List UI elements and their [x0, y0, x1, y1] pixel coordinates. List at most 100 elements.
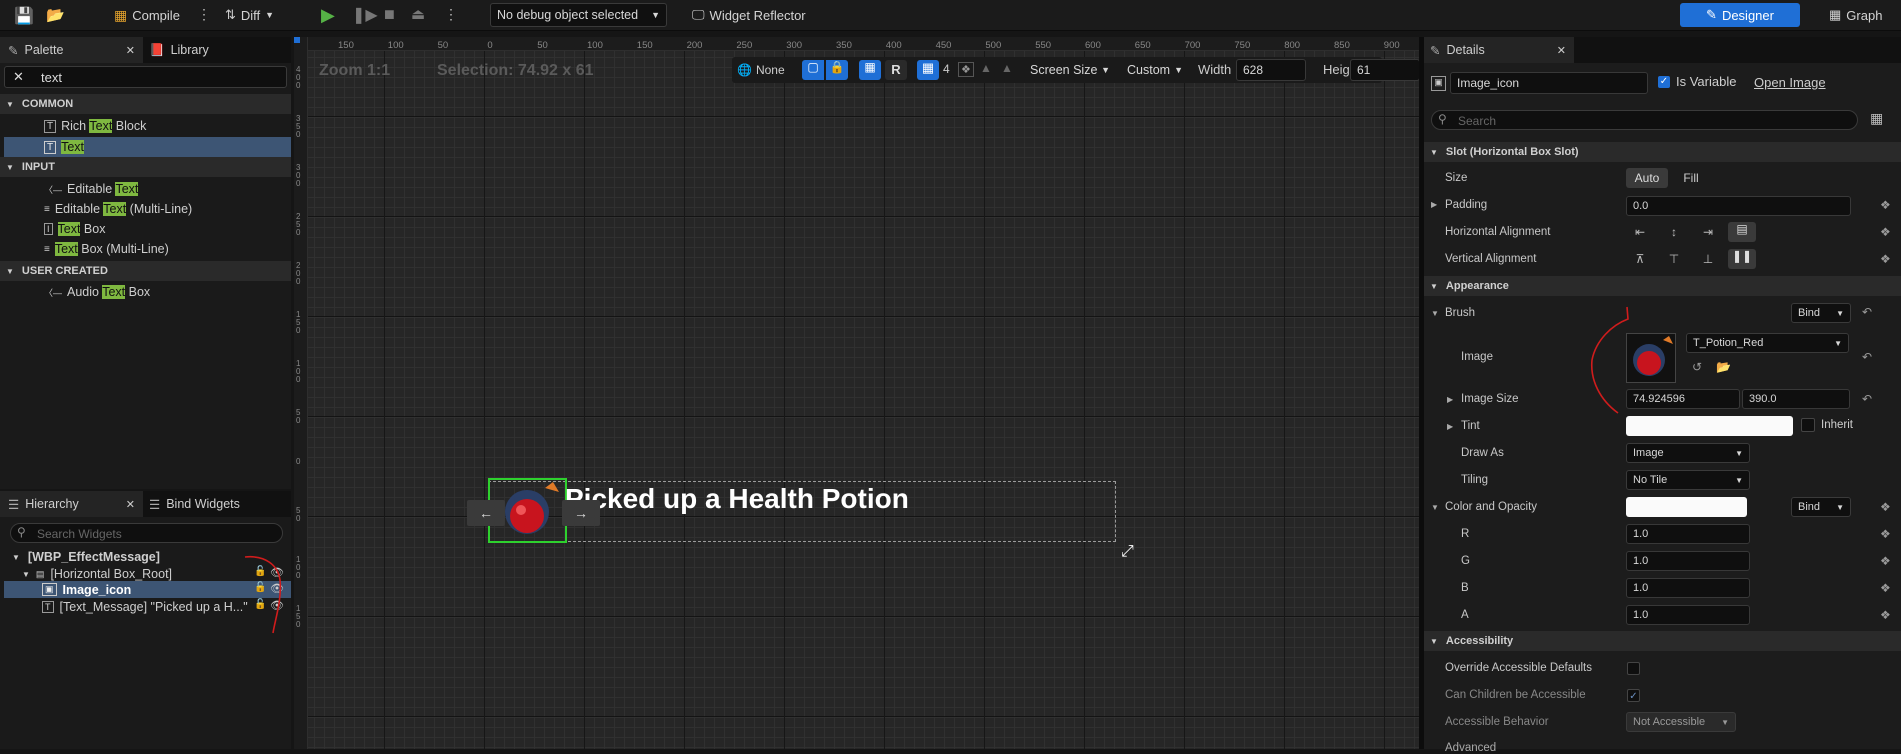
align-bottom-icon[interactable]: ⊥ [1694, 252, 1722, 266]
grid-size-value[interactable]: 4 [943, 62, 950, 76]
binding-icon[interactable]: ❖ [1880, 225, 1891, 239]
move-left-button[interactable]: ← [467, 500, 505, 526]
clear-search-icon[interactable]: ✕ [13, 69, 24, 85]
compile-button[interactable]: ▦ Compile [114, 7, 180, 24]
chevron-down-icon[interactable]: ▼ [1431, 309, 1439, 318]
flow-direction-button[interactable]: ▢ [802, 60, 824, 80]
binding-icon[interactable]: ❖ [1880, 608, 1891, 622]
tint-color-swatch[interactable] [1626, 416, 1793, 436]
hierarchy-search-field[interactable]: ⚲ Search Widgets [10, 523, 283, 543]
align-middle-icon[interactable]: ⊤ [1660, 252, 1688, 266]
binding-icon[interactable]: ❖ [1880, 554, 1891, 568]
color-bind-dropdown[interactable]: Bind ▼ [1791, 497, 1851, 517]
diff-button[interactable]: ⇅ Diff ▼ [225, 7, 274, 23]
screen-size-dropdown[interactable]: Screen Size ▼ [1024, 59, 1116, 81]
details-search-field[interactable]: ⚲ Search [1431, 110, 1858, 130]
is-variable-checkbox[interactable]: ✓ Is Variable [1658, 74, 1736, 89]
eject-button[interactable]: ⏏ [411, 5, 425, 23]
r-toggle-button[interactable]: R [885, 60, 907, 80]
palette-item-audio-text-box[interactable]: 〈— Audio Text Box [44, 282, 150, 302]
browse-asset-icon[interactable]: 📂 [1716, 360, 1731, 374]
reset-icon[interactable]: ↶ [1862, 350, 1872, 364]
a-input[interactable]: 1.0 [1626, 605, 1750, 625]
preview-icon[interactable]: ▲ [980, 61, 992, 75]
play-options-icon[interactable]: ⋮ [444, 6, 458, 23]
image-asset-dropdown[interactable]: T_Potion_Red ▼ [1686, 333, 1849, 353]
image-size-x-input[interactable]: 74.924596 [1626, 389, 1740, 409]
children-accessible-checkbox[interactable]: ✓ [1627, 689, 1640, 702]
padding-input[interactable]: 0.0 [1626, 196, 1851, 216]
align-top-icon[interactable]: ⊼ [1626, 252, 1654, 266]
graph-button[interactable]: ▦ Graph [1829, 7, 1882, 23]
tree-image-icon[interactable]: ▣ Image_icon [42, 581, 131, 598]
reset-icon[interactable]: ↶ [1862, 392, 1872, 406]
palette-item-text[interactable]: T Text [4, 137, 291, 157]
binding-icon[interactable]: ❖ [1880, 527, 1891, 541]
widget-reflector-button[interactable]: 🖵 Widget Reflector [692, 7, 806, 23]
chevron-right-icon[interactable]: ▶ [1447, 422, 1453, 431]
align-left-icon[interactable]: ⇤ [1626, 225, 1654, 239]
align-center-icon[interactable]: ↕ [1660, 225, 1688, 239]
reset-icon[interactable]: ↶ [1862, 305, 1872, 319]
width-input[interactable]: 628 [1236, 59, 1306, 81]
save-icon[interactable]: 💾 [14, 6, 34, 26]
tab-bind-widgets[interactable]: ☰ Bind Widgets [149, 491, 240, 517]
b-input[interactable]: 1.0 [1626, 578, 1750, 598]
size-auto-button[interactable]: Auto [1626, 168, 1668, 188]
section-accessibility[interactable]: ▼ Accessibility [1424, 631, 1901, 651]
brush-bind-dropdown[interactable]: Bind ▼ [1791, 303, 1851, 323]
tab-palette[interactable]: ✎ Palette ✕ [0, 37, 143, 63]
section-slot[interactable]: ▼ Slot (Horizontal Box Slot) [1424, 142, 1901, 162]
palette-item-editable-text-multiline[interactable]: ≡ Editable Text (Multi-Line) [44, 199, 192, 219]
widget-name-input[interactable]: Image_icon [1450, 72, 1648, 94]
align-fill-icon[interactable]: ▤ [1728, 222, 1756, 242]
open-image-link[interactable]: Open Image [1754, 75, 1826, 90]
browse-icon[interactable]: 📂 [46, 6, 65, 24]
tree-text-message[interactable]: T [Text_Message] "Picked up a H..." [42, 598, 248, 616]
binding-icon[interactable]: ❖ [1880, 252, 1891, 266]
align-right-icon[interactable]: ⇥ [1694, 225, 1722, 239]
localization-dropdown[interactable]: 🌐 None [737, 60, 785, 80]
image-size-y-input[interactable]: 390.0 [1742, 389, 1850, 409]
lock-toggle-button[interactable]: 🔒 [826, 60, 848, 80]
preview-alt-icon[interactable]: ▲ [1001, 61, 1013, 75]
close-icon[interactable]: ✕ [126, 498, 135, 511]
height-input[interactable]: 61 [1350, 59, 1420, 81]
tab-library[interactable]: 📕 Library [149, 37, 209, 63]
play-button[interactable]: ▶ [321, 5, 335, 26]
custom-size-dropdown[interactable]: Custom ▼ [1121, 59, 1189, 81]
close-icon[interactable]: ✕ [126, 44, 135, 57]
tab-details[interactable]: ✎ Details ✕ [1424, 37, 1574, 63]
g-input[interactable]: 1.0 [1626, 551, 1750, 571]
draw-as-dropdown[interactable]: Image ▼ [1626, 443, 1750, 463]
compile-options-icon[interactable]: ⋮ [197, 6, 211, 23]
binding-icon[interactable]: ❖ [1880, 581, 1891, 595]
stop-button[interactable]: ■ [384, 4, 395, 25]
chevron-down-icon[interactable]: ▼ [1431, 503, 1439, 512]
image-thumbnail[interactable] [1626, 333, 1676, 383]
palette-item-text-box-multiline[interactable]: ≡ Text Box (Multi-Line) [44, 239, 169, 259]
use-selected-icon[interactable]: ↺ [1692, 360, 1702, 374]
tiling-dropdown[interactable]: No Tile ▼ [1626, 470, 1750, 490]
resize-handle-icon[interactable]: ⤢ [1121, 543, 1134, 561]
palette-section-common[interactable]: ▼ COMMON [0, 94, 291, 114]
tab-hierarchy[interactable]: ☰ Hierarchy ✕ [0, 491, 143, 517]
tree-root[interactable]: ▼ [WBP_EffectMessage] [12, 548, 160, 566]
designer-button[interactable]: ✎ Designer [1680, 3, 1800, 27]
color-opacity-swatch[interactable] [1626, 497, 1747, 517]
palette-section-user-created[interactable]: ▼ USER CREATED [0, 261, 291, 281]
binding-icon[interactable]: ❖ [1880, 500, 1891, 514]
palette-search-field[interactable]: ✕ text [4, 66, 287, 88]
r-input[interactable]: 1.0 [1626, 524, 1750, 544]
chevron-right-icon[interactable]: ▶ [1431, 200, 1437, 209]
override-checkbox[interactable] [1627, 662, 1640, 675]
debug-object-dropdown[interactable]: No debug object selected ▼ [490, 3, 667, 27]
table-view-icon[interactable]: ▦ [1870, 110, 1883, 127]
palette-section-input[interactable]: ▼ INPUT [0, 157, 291, 177]
grid-snap-button[interactable]: ▦ [917, 60, 939, 80]
section-appearance[interactable]: ▼ Appearance [1424, 276, 1901, 296]
palette-item-text-box[interactable]: I Text Box [44, 219, 105, 239]
behavior-dropdown[interactable]: Not Accessible ▼ [1626, 712, 1736, 732]
palette-item-rich-text-block[interactable]: T Rich Text Block [44, 116, 146, 136]
move-right-button[interactable]: → [562, 500, 600, 526]
